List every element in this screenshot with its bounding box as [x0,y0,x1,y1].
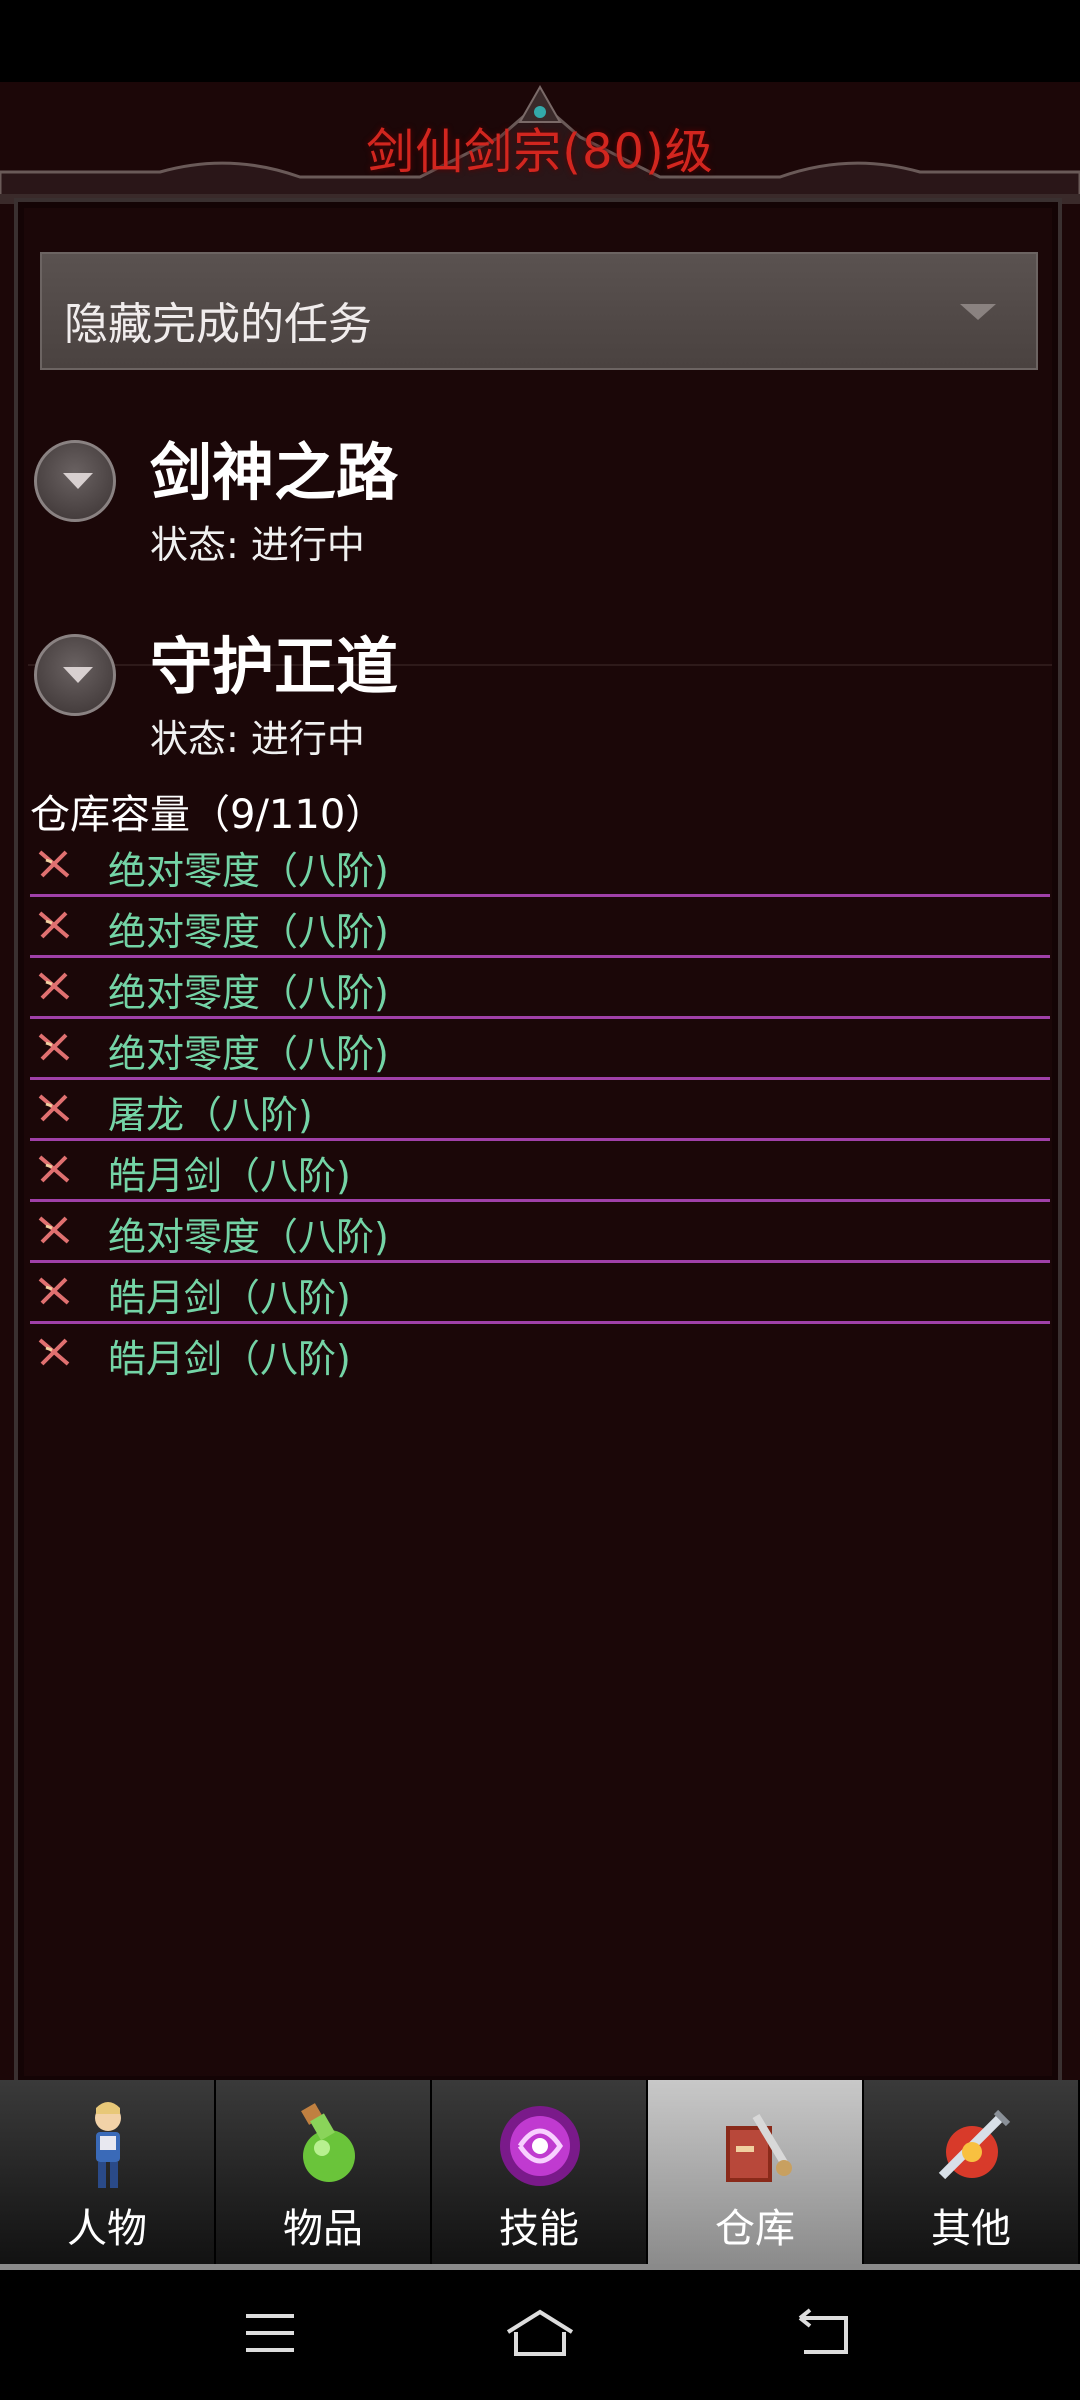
item-label: 皓月剑（八阶) [108,1276,351,1320]
chevron-down-icon [63,667,93,683]
tab-warehouse[interactable]: 仓库 [648,2080,864,2268]
list-item[interactable]: 绝对零度（八阶) [30,1019,1050,1080]
list-item[interactable]: 绝对零度（八阶) [30,958,1050,1019]
tab-label: 技能 [499,2206,579,2252]
item-label: 绝对零度（八阶) [108,1215,389,1259]
task-title: 剑神之路 [150,436,399,509]
list-item[interactable]: 皓月剑（八阶) [30,1324,1050,1382]
expand-toggle-button[interactable] [34,440,116,522]
crossed-swords-icon [38,972,70,1000]
system-nav-bar [0,2270,1080,2400]
item-label: 绝对零度（八阶) [108,971,389,1015]
list-item[interactable]: 皓月剑（八阶) [30,1141,1050,1202]
chevron-down-icon [63,473,93,489]
crossed-swords-icon [38,1155,70,1183]
skill-orb-icon [500,2106,580,2186]
list-item[interactable]: 屠龙（八阶) [30,1080,1050,1141]
crossed-swords-icon [38,1277,70,1305]
game-panel: 剑仙剑宗(80)级 隐藏完成的任务 剑神之路 状态: 进行中 守护正道 状态: … [0,82,1080,2082]
crossed-swords-icon [38,850,70,878]
item-label: 皓月剑（八阶) [108,1337,351,1381]
dropdown-label: 隐藏完成的任务 [64,299,372,350]
tab-label: 仓库 [715,2206,795,2252]
tab-other[interactable]: 其他 [864,2080,1080,2268]
character-title: 剑仙剑宗(80)级 [366,124,714,180]
item-label: 屠龙（八阶) [108,1093,313,1137]
item-label: 绝对零度（八阶) [108,849,389,893]
list-item[interactable]: 绝对零度（八阶) [30,897,1050,958]
task-item: 守护正道 状态: 进行中 [34,616,1054,796]
bottom-tab-bar: 人物 物品 技能 仓库 其他 [0,2080,1080,2268]
tab-label: 其他 [931,2206,1011,2252]
status-bar [0,0,1080,82]
task-title: 守护正道 [150,630,399,703]
menu-icon[interactable] [242,2308,298,2358]
item-label: 皓月剑（八阶) [108,1154,351,1198]
expand-toggle-button[interactable] [34,634,116,716]
tab-skills[interactable]: 技能 [432,2080,648,2268]
other-icon [938,2109,1011,2180]
crossed-swords-icon [38,1338,70,1366]
task-item: 剑神之路 状态: 进行中 [34,422,1054,602]
warehouse-capacity: 仓库容量（9/110） [30,792,386,838]
tab-label: 人物 [67,2206,147,2252]
hide-completed-dropdown[interactable]: 隐藏完成的任务 [40,252,1038,370]
chevron-down-icon [960,304,996,320]
home-icon[interactable] [504,2308,576,2358]
potion-icon [301,2103,355,2182]
list-item[interactable]: 绝对零度（八阶) [30,836,1050,897]
tab-character[interactable]: 人物 [0,2080,216,2268]
warehouse-item-list: 绝对零度（八阶) 绝对零度（八阶) 绝对零度（八阶) 绝对零度（八阶) 屠龙（八… [30,836,1050,1382]
item-label: 绝对零度（八阶) [108,910,389,954]
character-icon [95,2102,121,2188]
task-status: 状态: 进行中 [150,523,365,567]
tab-label: 物品 [283,2206,363,2252]
crossed-swords-icon [38,911,70,939]
list-item[interactable]: 绝对零度（八阶) [30,1202,1050,1263]
warehouse-icon [726,2113,792,2182]
item-label: 绝对零度（八阶) [108,1032,389,1076]
crossed-swords-icon [38,1216,70,1244]
back-icon[interactable] [796,2308,852,2358]
task-status: 状态: 进行中 [150,717,365,761]
list-item[interactable]: 皓月剑（八阶) [30,1263,1050,1324]
crossed-swords-icon [38,1094,70,1122]
crossed-swords-icon [38,1033,70,1061]
tab-items[interactable]: 物品 [216,2080,432,2268]
